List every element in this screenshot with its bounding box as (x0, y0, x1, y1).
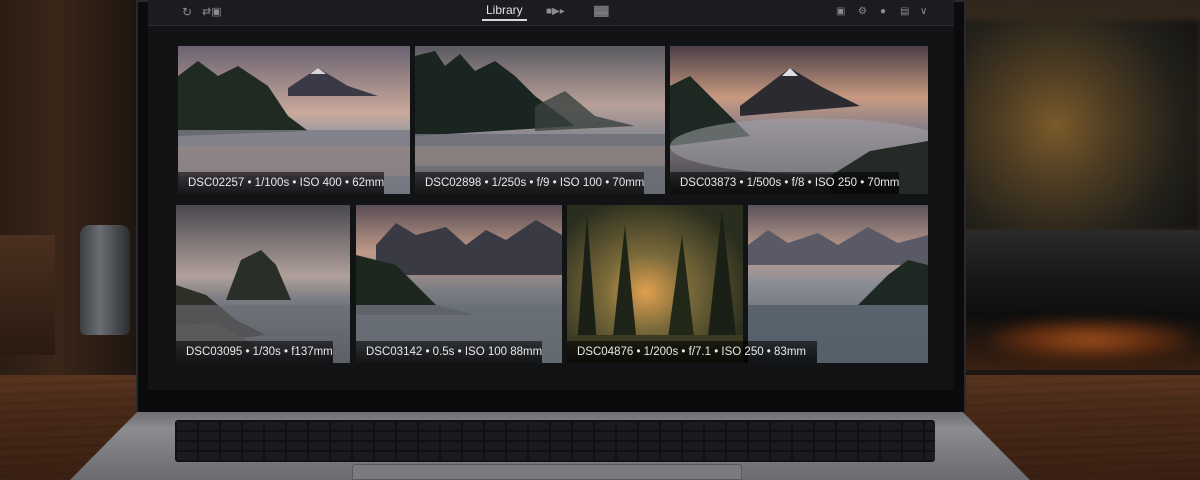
laptop-screen: ↻ ⇄▣ Library ■▶▸ ▓▓ ▣ ⚙ ● ▤ ∨ DSC02257 •… (148, 0, 954, 390)
refresh-icon[interactable]: ↻ (182, 4, 192, 20)
tab-library[interactable]: Library (482, 3, 527, 21)
photo-image (748, 205, 928, 363)
sync-icon[interactable]: ⇄▣ (202, 4, 222, 20)
photo-thumbnail[interactable] (748, 205, 928, 363)
laptop-trackpad (352, 464, 742, 480)
photo-caption: DSC03095 • 1/30s • f137mm (176, 341, 333, 363)
panel-icon[interactable]: ▣ (836, 4, 845, 20)
photo-thumbnail[interactable] (567, 205, 743, 363)
photo-image (176, 205, 350, 363)
slideshow-icon[interactable]: ■▶▸ (546, 4, 565, 20)
laptop-keyboard (175, 420, 935, 462)
photo-thumbnail[interactable]: DSC03142 • 0.5s • ISO 100 88mm (356, 205, 562, 363)
photo-caption: DSC02257 • 1/100s • ISO 400 • 62mm (178, 172, 385, 194)
background-jar (80, 225, 130, 335)
save-icon[interactable]: ▤ (900, 4, 909, 20)
background-box (0, 235, 55, 355)
circle-icon[interactable]: ● (880, 4, 886, 20)
grid-view-icon[interactable]: ▓▓ (594, 4, 609, 20)
background-fire-glow (990, 320, 1190, 360)
background-window (960, 20, 1200, 230)
photo-thumbnail[interactable]: DSC03095 • 1/30s • f137mm (176, 205, 350, 363)
photo-caption: DSC03873 • 1/500s • f/8 • ISO 250 • 70mm (670, 172, 900, 194)
photo-thumbnail[interactable]: DSC03873 • 1/500s • f/8 • ISO 250 • 70mm (670, 46, 928, 194)
photo-caption: DSC04876 • 1/200s • f/7.1 • ISO 250 • 83… (567, 341, 817, 363)
app-toolbar: ↻ ⇄▣ Library ■▶▸ ▓▓ ▣ ⚙ ● ▤ ∨ (148, 0, 954, 26)
chevron-down-icon[interactable]: ∨ (920, 4, 927, 20)
photo-image (356, 205, 562, 363)
settings-icon[interactable]: ⚙ (858, 4, 867, 20)
photo-caption: DSC02898 • 1/250s • f/9 • ISO 100 • 70mm (415, 172, 645, 194)
photo-thumbnail[interactable]: DSC02898 • 1/250s • f/9 • ISO 100 • 70mm (415, 46, 665, 194)
photo-caption: DSC03142 • 0.5s • ISO 100 88mm (356, 341, 543, 363)
photo-image (567, 205, 743, 363)
photo-thumbnail[interactable]: DSC02257 • 1/100s • ISO 400 • 62mm (178, 46, 410, 194)
